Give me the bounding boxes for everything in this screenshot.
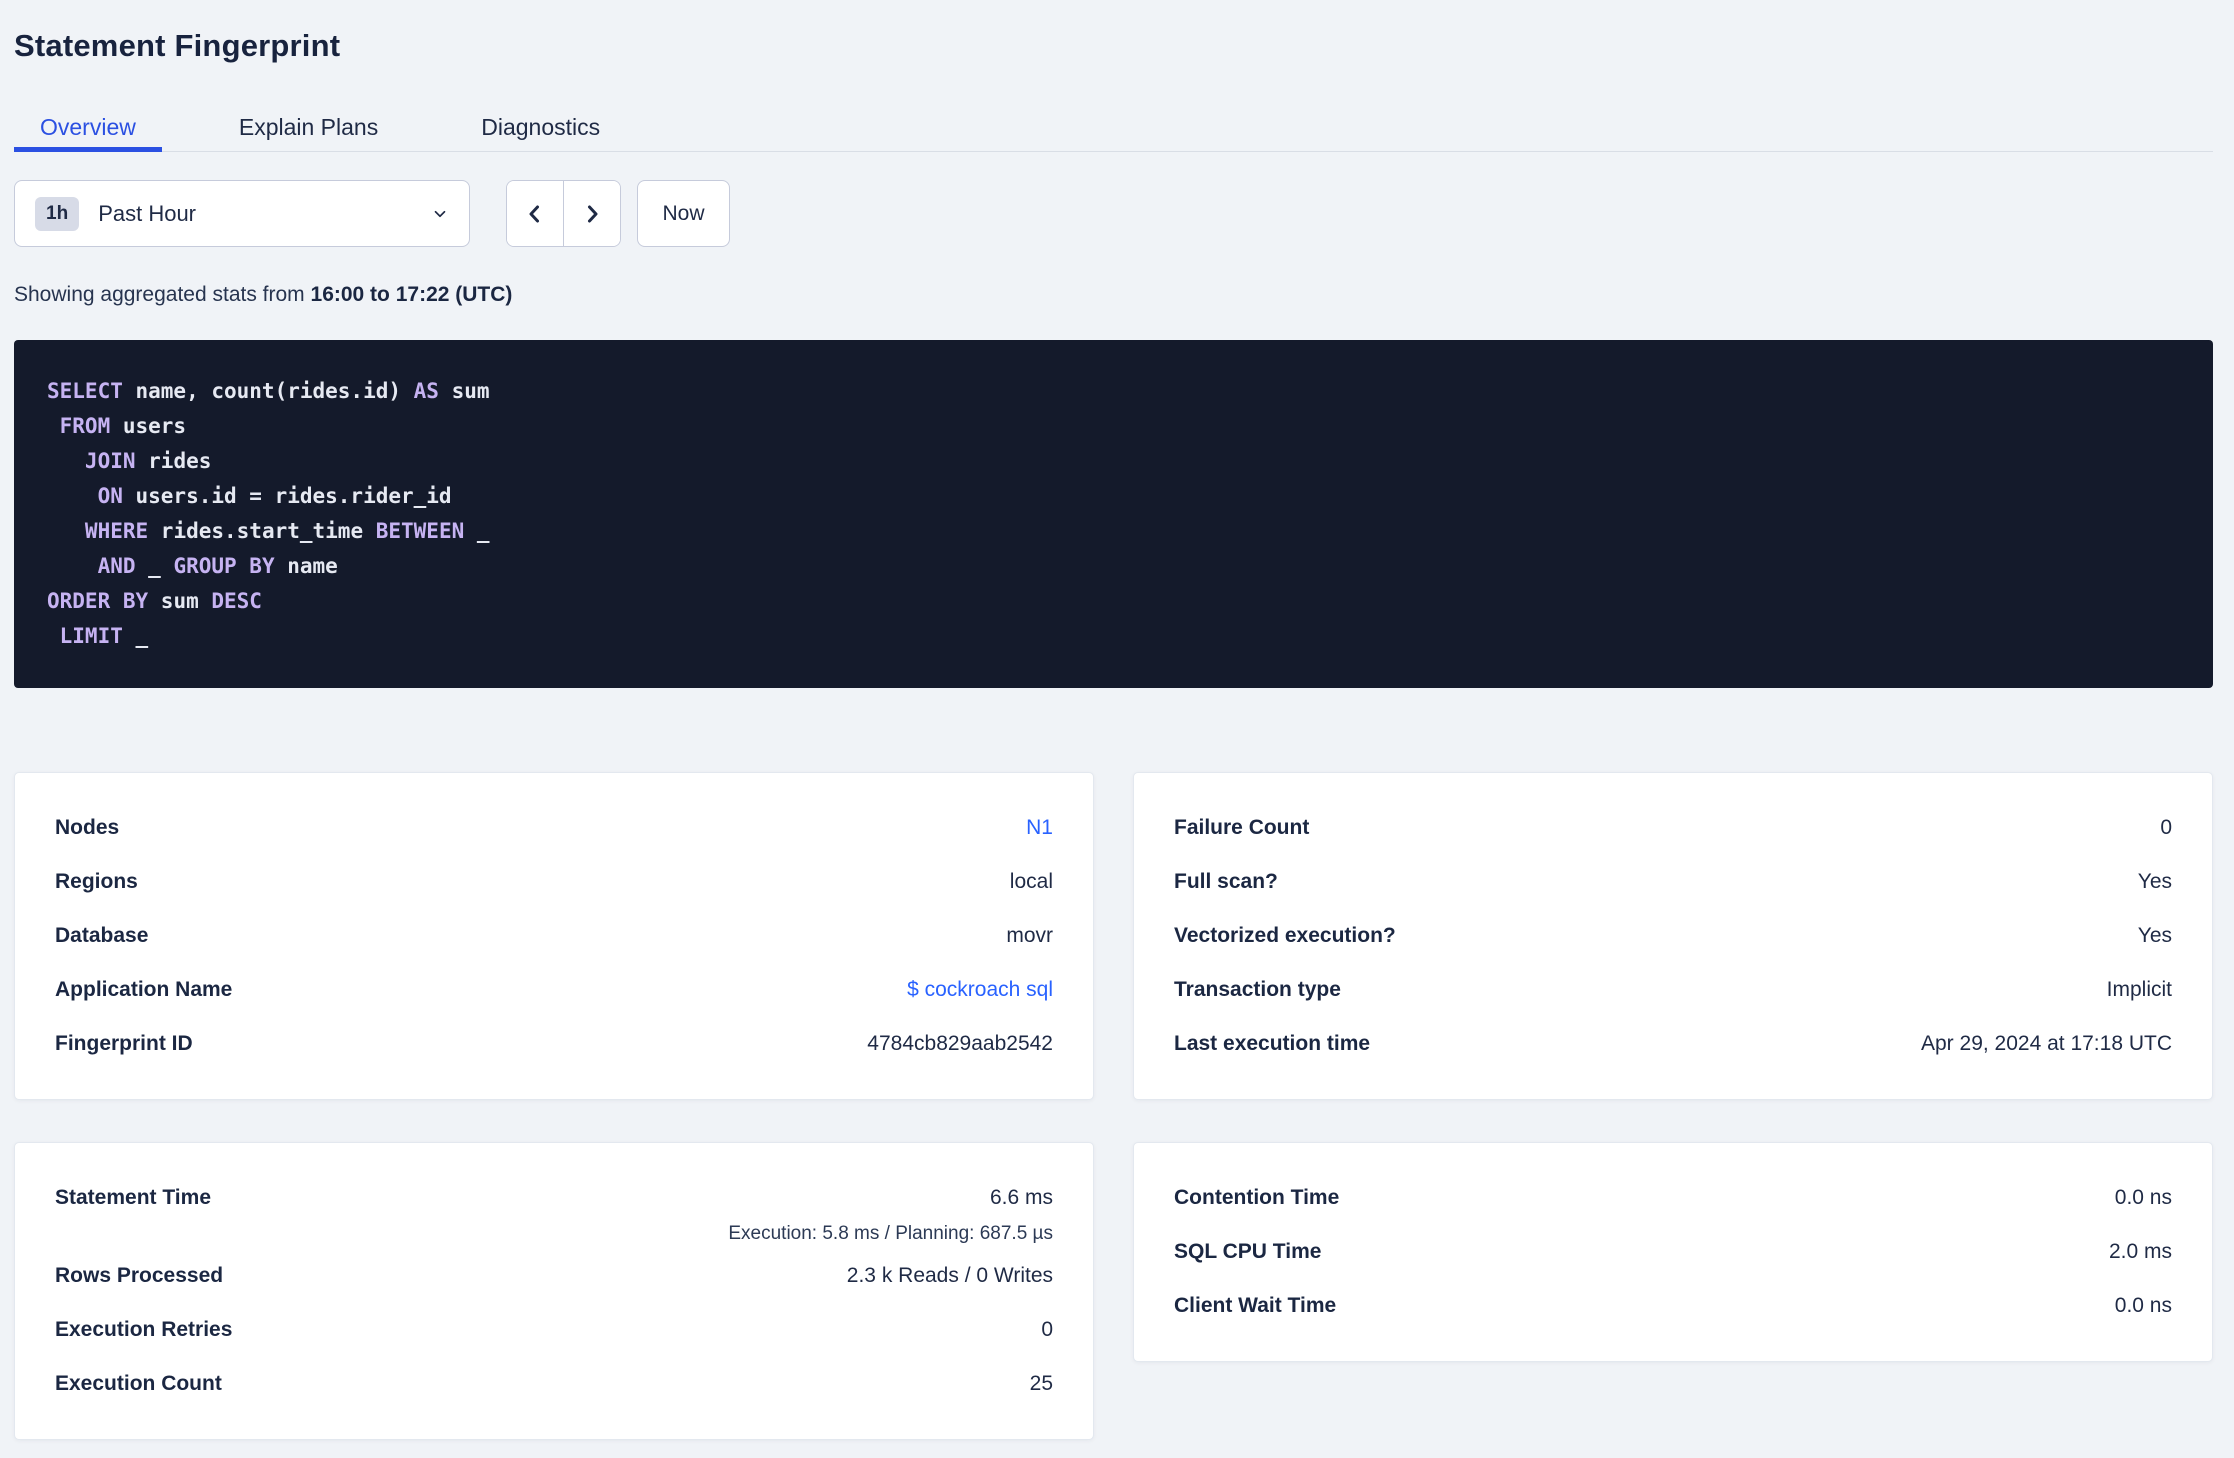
stat-value: 25 [1029, 1372, 1053, 1395]
sql-line: WHERE rides.start_time BETWEEN _ [47, 519, 490, 543]
stat-value: local [1009, 870, 1053, 893]
stat-label: Nodes [55, 816, 120, 839]
stat-row: SQL CPU Time 2.0 ms [1174, 1225, 2172, 1279]
stat-row: Database movr [55, 909, 1053, 963]
time-interval-badge: 1h [35, 196, 80, 231]
stat-value: 0 [2160, 816, 2172, 839]
stat-label: Application Name [55, 978, 233, 1001]
statement-fingerprint-page: Statement Fingerprint Overview Explain P… [0, 0, 2234, 1440]
tab-diagnostics[interactable]: Diagnostics [455, 116, 626, 152]
sql-line: LIMIT _ [47, 624, 149, 648]
page-title: Statement Fingerprint [14, 28, 341, 63]
chevron-right-icon [580, 202, 604, 226]
stat-value: 2.0 ms [2108, 1240, 2172, 1263]
stat-row: Contention Time 0.0 ns [1174, 1171, 2172, 1225]
stat-value: Yes [2137, 870, 2172, 893]
stat-value: Yes [2137, 924, 2172, 947]
time-interval-select[interactable]: 1h Past Hour [14, 180, 470, 247]
stat-label: Rows Processed [55, 1264, 224, 1287]
stat-row: Regions local [55, 855, 1053, 909]
stat-label: Full scan? [1174, 870, 1278, 893]
next-time-button[interactable] [563, 181, 620, 246]
stat-value: Apr 29, 2024 at 17:18 UTC [1921, 1032, 2172, 1055]
stat-label: Vectorized execution? [1174, 924, 1396, 947]
stat-label: Client Wait Time [1174, 1294, 1337, 1317]
stats-caption-prefix: Showing aggregated stats from [14, 283, 311, 306]
stat-value: 4784cb829aab2542 [867, 1032, 1053, 1055]
stat-label: Failure Count [1174, 816, 1310, 839]
stat-value-stack: 6.6 ms Execution: 5.8 ms / Planning: 687… [728, 1171, 1053, 1249]
time-controls: 1h Past Hour Now [14, 180, 2213, 247]
sql-line: JOIN rides [47, 449, 212, 473]
stat-label: Contention Time [1174, 1186, 1340, 1209]
stat-row: Client Wait Time 0.0 ns [1174, 1279, 2172, 1333]
stat-row: Last execution time Apr 29, 2024 at 17:1… [1174, 1017, 2172, 1071]
stat-value: 2.3 k Reads / 0 Writes [846, 1264, 1053, 1287]
stat-label: Execution Retries [55, 1318, 233, 1341]
stat-value: 0.0 ns [2114, 1186, 2172, 1209]
tab-bar: Overview Explain Plans Diagnostics [14, 116, 2213, 152]
stat-label: Last execution time [1174, 1032, 1371, 1055]
prev-time-button[interactable] [507, 181, 563, 246]
sql-line: FROM users [47, 414, 187, 438]
now-button[interactable]: Now [637, 180, 730, 247]
stat-value: movr [1006, 924, 1053, 947]
stat-row: Vectorized execution? Yes [1174, 909, 2172, 963]
app-name-link[interactable]: $ cockroach sql [907, 978, 1053, 1002]
sql-statement-box: SELECT name, count(rides.id) AS sum FROM… [14, 340, 2213, 688]
time-interval-label: Past Hour [98, 200, 197, 226]
nodes-link[interactable]: N1 [1026, 816, 1053, 840]
stat-row: Transaction type Implicit [1174, 963, 2172, 1017]
stat-row: Failure Count 0 [1174, 801, 2172, 855]
stat-label: Transaction type [1174, 978, 1341, 1001]
stats-caption-range: 16:00 to 17:22 (UTC) [310, 283, 513, 306]
stat-subvalue: Execution: 5.8 ms / Planning: 687.5 µs [728, 1223, 1053, 1244]
stat-label: Statement Time [55, 1186, 211, 1209]
details-cards-row: Nodes N1 Regions local Database movr App… [14, 772, 2213, 1100]
sql-line: ON users.id = rides.rider_id [47, 484, 452, 508]
stat-value: 0 [1041, 1318, 1053, 1341]
wait-time-panel: Contention Time 0.0 ns SQL CPU Time 2.0 … [1133, 1142, 2213, 1362]
stat-value: 6.6 ms [989, 1186, 1053, 1209]
stat-label: Regions [55, 870, 138, 893]
stat-row: Rows Processed 2.3 k Reads / 0 Writes [55, 1249, 1053, 1303]
stat-value: Implicit [2106, 978, 2172, 1001]
stat-row: Application Name $ cockroach sql [55, 963, 1053, 1017]
stat-label: Execution Count [55, 1372, 222, 1395]
tab-overview[interactable]: Overview [14, 116, 162, 152]
tab-explain-plans[interactable]: Explain Plans [213, 116, 404, 152]
sql-line: SELECT name, count(rides.id) AS sum [47, 379, 490, 403]
stat-row: Execution Count 25 [55, 1357, 1053, 1411]
performance-cards-row: Statement Time 6.6 ms Execution: 5.8 ms … [14, 1142, 2213, 1440]
stat-label: SQL CPU Time [1174, 1240, 1322, 1263]
statement-details-panel: Nodes N1 Regions local Database movr App… [14, 772, 1094, 1100]
stat-row: Full scan? Yes [1174, 855, 2172, 909]
stats-caption: Showing aggregated stats from 16:00 to 1… [14, 284, 2213, 306]
stat-label: Database [55, 924, 149, 947]
chevron-left-icon [523, 202, 547, 226]
chevron-down-icon [431, 205, 449, 223]
stat-row: Fingerprint ID 4784cb829aab2542 [55, 1017, 1053, 1071]
statement-time-panel: Statement Time 6.6 ms Execution: 5.8 ms … [14, 1142, 1094, 1440]
stat-row: Nodes N1 [55, 801, 1053, 855]
execution-attributes-panel: Failure Count 0 Full scan? Yes Vectorize… [1133, 772, 2213, 1100]
stat-row: Statement Time 6.6 ms Execution: 5.8 ms … [55, 1171, 1053, 1249]
stat-row: Execution Retries 0 [55, 1303, 1053, 1357]
time-step-buttons [506, 180, 621, 247]
sql-line: ORDER BY sum DESC [47, 589, 262, 613]
stat-label: Fingerprint ID [55, 1032, 193, 1055]
stat-value: 0.0 ns [2114, 1294, 2172, 1317]
sql-line: AND _ GROUP BY name [47, 554, 338, 578]
